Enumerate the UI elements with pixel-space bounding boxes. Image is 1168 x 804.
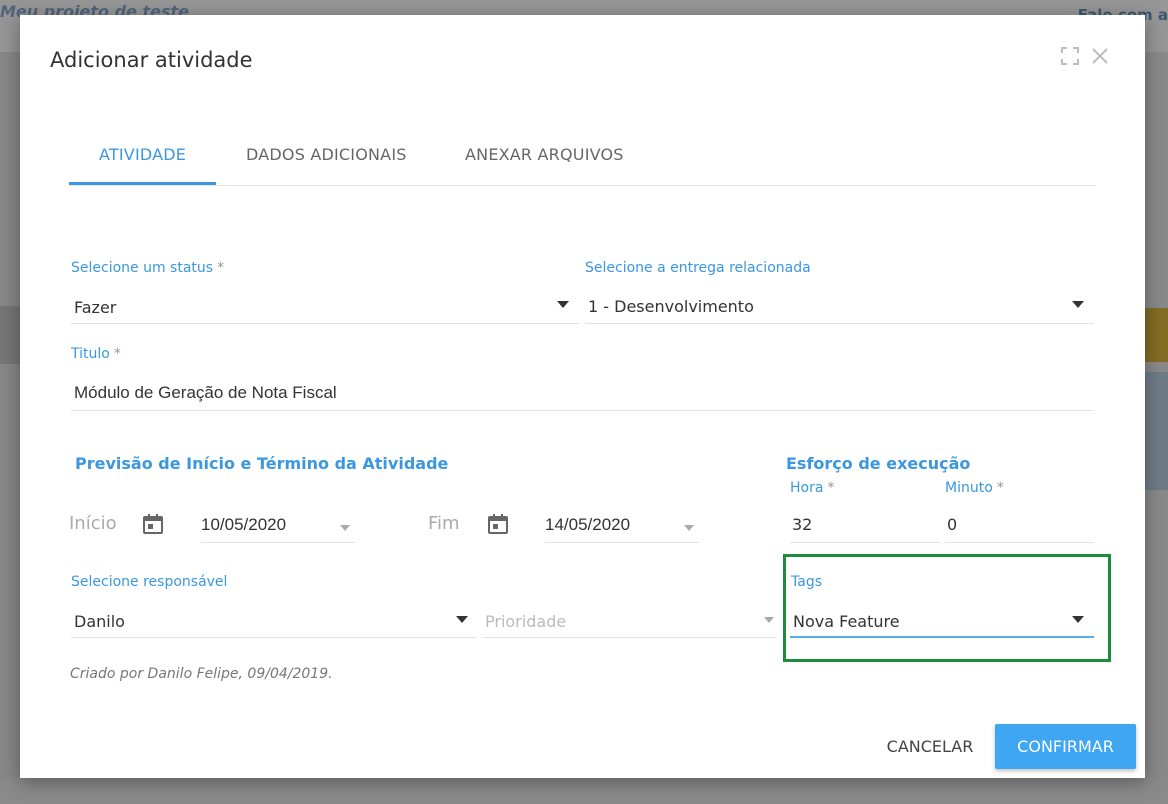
tags-label: Tags <box>791 574 822 590</box>
entrega-chevron-down-icon <box>1072 301 1084 308</box>
minuto-label-text: Minuto <box>945 480 993 496</box>
tab-bar: ATIVIDADE DADOS ADICIONAIS ANEXAR ARQUIV… <box>69 133 1096 186</box>
status-required-mark: * <box>217 260 225 276</box>
tags-underline <box>790 636 1094 638</box>
fim-value: 14/05/2020 <box>545 515 631 534</box>
minuto-value: 0 <box>947 515 958 534</box>
hora-label: Hora * <box>790 480 834 496</box>
titulo-underline <box>71 410 1094 411</box>
titulo-label: Titulo * <box>71 346 121 362</box>
esforco-section-title: Esforço de execução <box>786 454 971 473</box>
titulo-label-text: Titulo <box>71 346 110 362</box>
confirm-button[interactable]: CONFIRMAR <box>995 724 1136 769</box>
inicio-label: Início <box>69 513 117 534</box>
status-value: Fazer <box>74 298 117 317</box>
previsao-section-title: Previsão de Início e Término da Atividad… <box>75 454 449 473</box>
hora-required-mark: * <box>827 480 835 496</box>
minuto-label: Minuto * <box>945 480 1004 496</box>
inicio-value: 10/05/2020 <box>201 515 287 534</box>
status-chevron-down-icon <box>557 301 569 308</box>
inicio-calendar-icon[interactable] <box>141 512 165 536</box>
fim-chevron-down-icon <box>684 525 694 531</box>
prioridade-underline <box>482 637 777 638</box>
created-by-note: Criado por Danilo Felipe, 09/04/2019. <box>70 666 333 682</box>
status-label: Selecione um status * <box>71 260 224 276</box>
fim-underline <box>545 542 699 543</box>
tags-chevron-down-icon <box>1072 616 1084 623</box>
cancel-button[interactable]: CANCELAR <box>869 725 991 769</box>
status-underline <box>71 323 579 324</box>
tab-atividade[interactable]: ATIVIDADE <box>99 145 186 164</box>
inicio-chevron-down-icon <box>340 525 350 531</box>
hora-underline <box>790 542 940 543</box>
hora-value: 32 <box>792 515 813 534</box>
responsavel-underline <box>71 637 476 638</box>
status-label-text: Selecione um status <box>71 260 214 276</box>
titulo-required-mark: * <box>113 346 121 362</box>
prioridade-placeholder: Prioridade <box>485 612 567 631</box>
hora-label-text: Hora <box>790 480 824 496</box>
close-icon[interactable] <box>1090 47 1110 67</box>
fim-label: Fim <box>428 513 460 534</box>
prioridade-chevron-down-icon <box>764 617 774 623</box>
maximize-icon[interactable] <box>1060 47 1080 67</box>
tags-value: Nova Feature <box>793 612 900 631</box>
responsavel-value: Danilo <box>74 612 125 631</box>
tab-dados-adicionais[interactable]: DADOS ADICIONAIS <box>246 145 407 164</box>
entrega-label: Selecione a entrega relacionada <box>585 260 811 276</box>
titulo-value: Módulo de Geração de Nota Fiscal <box>74 383 337 402</box>
responsavel-chevron-down-icon <box>456 616 468 623</box>
modal-title: Adicionar atividade <box>50 48 253 72</box>
responsavel-label: Selecione responsável <box>71 574 228 590</box>
entrega-value: 1 - Desenvolvimento <box>588 297 754 316</box>
active-tab-indicator <box>69 182 216 185</box>
inicio-underline <box>201 542 355 543</box>
minuto-underline <box>945 542 1094 543</box>
add-activity-modal: Adicionar atividade ATIVIDADE DADOS ADIC… <box>20 15 1145 778</box>
tags-highlight-box <box>783 554 1111 662</box>
tab-anexar-arquivos[interactable]: ANEXAR ARQUIVOS <box>465 145 624 164</box>
entrega-underline <box>585 323 1094 324</box>
fim-calendar-icon[interactable] <box>486 512 510 536</box>
minuto-required-mark: * <box>996 480 1004 496</box>
maximize-icon-glyph <box>1061 47 1079 65</box>
close-icon-glyph <box>1092 48 1108 64</box>
